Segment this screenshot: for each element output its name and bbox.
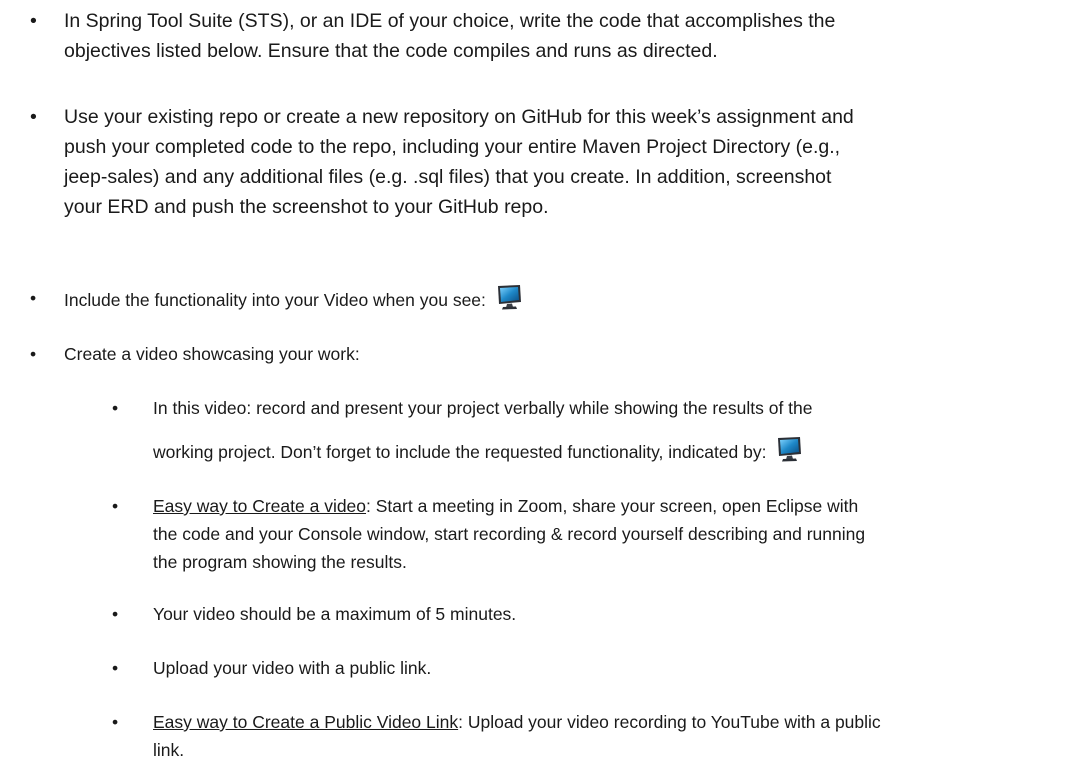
bullet: • <box>30 344 37 364</box>
list-item-text: Create a video showcasing your work: <box>64 344 360 364</box>
monitor-icon <box>495 284 523 310</box>
list-item-text: In this video: record and present your p… <box>153 398 813 462</box>
bullet: • <box>112 398 119 418</box>
document-page: • In Spring Tool Suite (STS), or an IDE … <box>0 0 1072 782</box>
list-item-text: Your video should be a maximum of 5 minu… <box>153 604 517 624</box>
list-item-text: Use your existing repo or create a new r… <box>64 106 854 218</box>
list-item-text: Include the functionality into your Vide… <box>64 284 523 314</box>
bullet: • <box>112 496 119 516</box>
bullet: • <box>30 106 37 128</box>
bullet: • <box>112 712 119 732</box>
monitor-icon <box>775 436 803 462</box>
list-item-text: Upload your video with a public link. <box>153 658 432 678</box>
bullet: • <box>112 604 119 624</box>
list-item-text: Easy way to Create a Public Video Link: … <box>153 712 881 760</box>
easy-link-link[interactable]: Easy way to Create a Public Video Link <box>153 712 458 732</box>
easy-video-link[interactable]: Easy way to Create a video <box>153 496 366 516</box>
bullet: • <box>112 658 119 678</box>
list-item-text: In Spring Tool Suite (STS), or an IDE of… <box>64 10 836 62</box>
list-item-text: Easy way to Create a video: Start a meet… <box>153 496 866 572</box>
bullet: • <box>30 10 37 32</box>
bullet: • <box>30 288 37 308</box>
